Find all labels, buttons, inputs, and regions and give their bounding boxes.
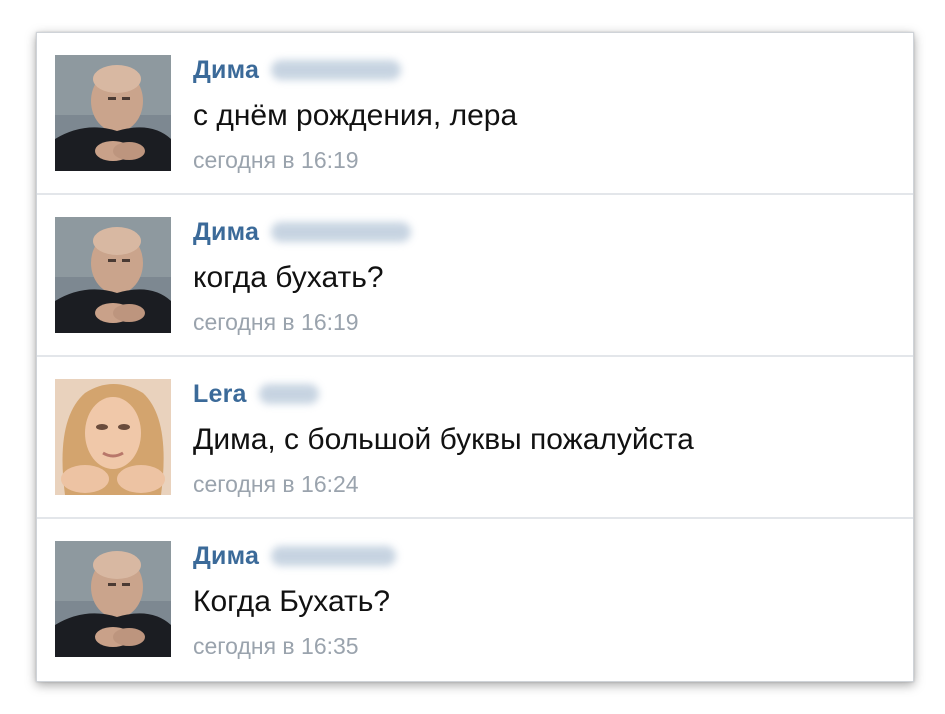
message-list: Дима с днём рождения, лера сегодня в 16:… bbox=[36, 32, 914, 682]
blurred-surname bbox=[271, 222, 412, 242]
avatar[interactable] bbox=[55, 379, 171, 495]
message-item[interactable]: Lera Дима, с большой буквы пожалуйста се… bbox=[37, 357, 913, 519]
message-text: когда бухать? bbox=[193, 261, 384, 294]
blurred-surname bbox=[258, 384, 319, 404]
author-name[interactable]: Дима bbox=[193, 56, 259, 85]
message-timestamp[interactable]: сегодня в 16:19 bbox=[193, 147, 359, 174]
avatar-photo-dima bbox=[55, 217, 171, 333]
blurred-surname bbox=[271, 60, 402, 80]
message-text: Дима, с большой буквы пожалуйста bbox=[193, 423, 694, 456]
avatar-photo-dima bbox=[55, 55, 171, 171]
message-item[interactable]: Дима когда бухать? сегодня в 16:19 bbox=[37, 195, 913, 357]
message-text: Когда Бухать? bbox=[193, 585, 391, 618]
message-item[interactable]: Дима с днём рождения, лера сегодня в 16:… bbox=[37, 33, 913, 195]
avatar-photo-dima bbox=[55, 541, 171, 657]
author-name[interactable]: Дима bbox=[193, 218, 259, 247]
message-timestamp[interactable]: сегодня в 16:19 bbox=[193, 309, 359, 336]
author-name[interactable]: Дима bbox=[193, 542, 259, 571]
avatar[interactable] bbox=[55, 217, 171, 333]
blurred-surname bbox=[271, 546, 397, 566]
avatar-photo-lera bbox=[55, 379, 171, 495]
message-item[interactable]: Дима Когда Бухать? сегодня в 16:35 bbox=[37, 519, 913, 681]
avatar[interactable] bbox=[55, 541, 171, 657]
message-timestamp[interactable]: сегодня в 16:24 bbox=[193, 471, 359, 498]
message-timestamp[interactable]: сегодня в 16:35 bbox=[193, 633, 359, 660]
message-text: с днём рождения, лера bbox=[193, 99, 518, 132]
author-name[interactable]: Lera bbox=[193, 380, 247, 409]
page: Дима с днём рождения, лера сегодня в 16:… bbox=[0, 0, 945, 714]
avatar[interactable] bbox=[55, 55, 171, 171]
